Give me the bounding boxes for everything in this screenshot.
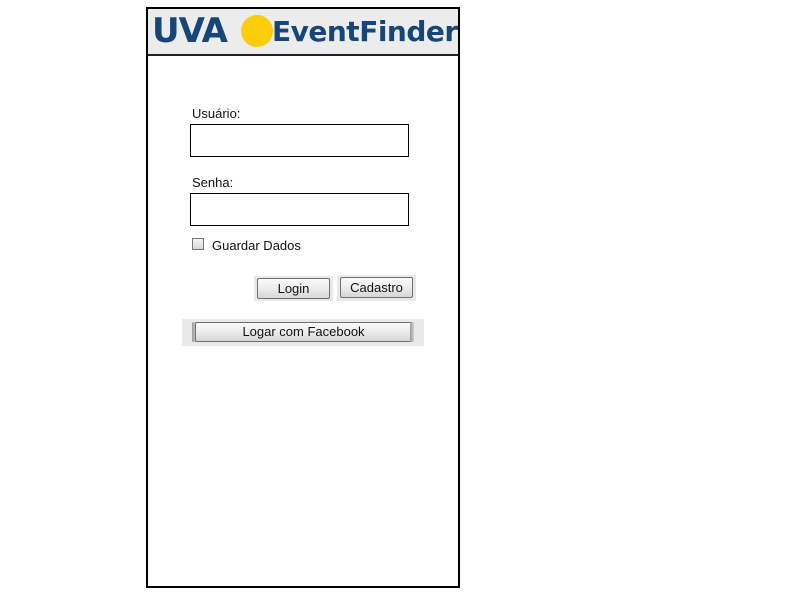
- username-input[interactable]: [190, 124, 409, 157]
- register-button-frame: Cadastro: [337, 275, 416, 301]
- logo-eventfinder-text: EventFinder: [272, 15, 458, 48]
- facebook-login-button[interactable]: Logar com Facebook: [195, 322, 412, 342]
- remember-checkbox[interactable]: [192, 238, 204, 250]
- logo-uva-text: UVA: [152, 11, 228, 51]
- facebook-button-right-edge: [410, 322, 414, 342]
- login-button[interactable]: Login: [257, 278, 330, 299]
- register-button[interactable]: Cadastro: [340, 277, 413, 298]
- password-input[interactable]: [190, 193, 409, 226]
- facebook-button-frame: Logar com Facebook: [182, 319, 424, 346]
- sun-icon: [241, 15, 273, 47]
- app-header: UVA EventFinder: [148, 9, 458, 56]
- remember-label: Guardar Dados: [212, 238, 301, 253]
- login-button-frame: Login: [254, 276, 333, 301]
- app-frame: UVA EventFinder Usuário: Senha: Guardar …: [146, 7, 460, 588]
- username-label: Usuário:: [192, 106, 241, 121]
- password-label: Senha:: [192, 175, 234, 190]
